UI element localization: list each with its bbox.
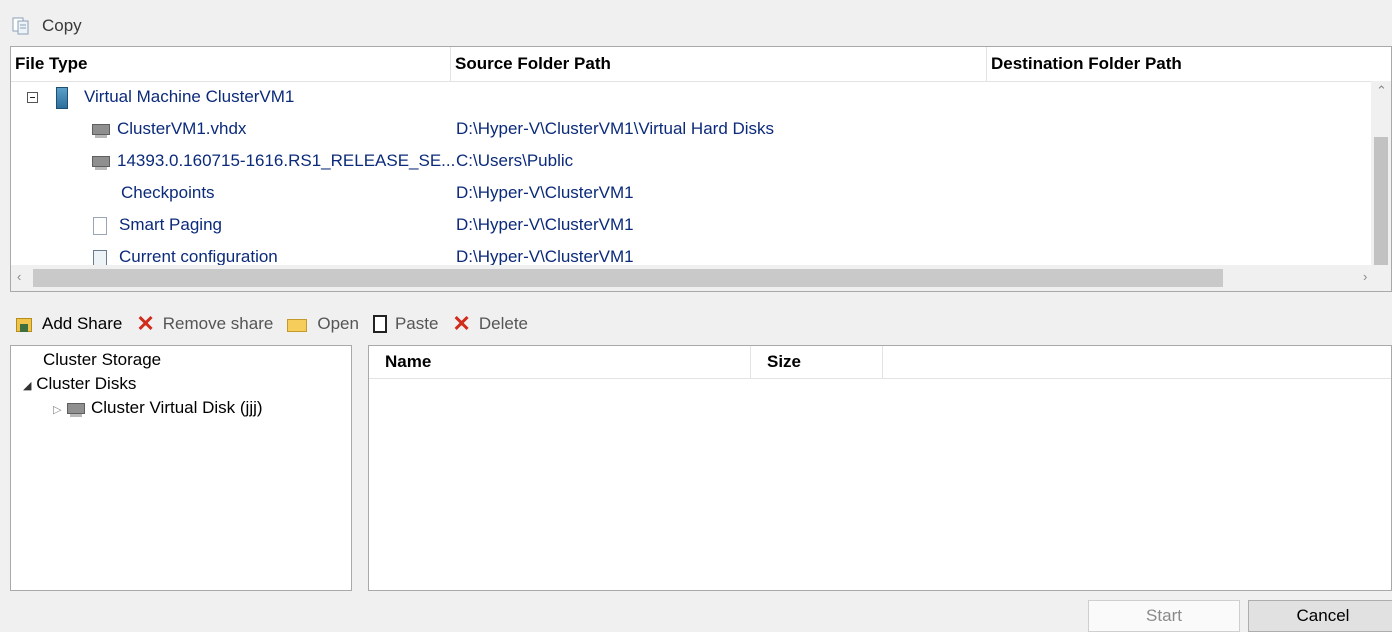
file-details-list[interactable]: Name Size (368, 345, 1392, 591)
tree-item-label: Cluster Virtual Disk (jjj) (90, 398, 263, 417)
share-toolbar: Add Share ✕ Remove share Open Paste ✕ De… (0, 306, 1392, 342)
config-icon (93, 249, 107, 266)
tree-item-cluster-storage[interactable]: Cluster Storage (43, 350, 161, 370)
row-name: 14393.0.160715-1616.RS1_RELEASE_SE... (117, 151, 456, 170)
expand-icon[interactable]: ▷ (53, 404, 61, 416)
copy-toolbar: Copy (0, 8, 1392, 44)
add-share-button[interactable]: Add Share (14, 314, 122, 334)
paste-icon (372, 315, 387, 333)
list-row-vm[interactable]: Virtual Machine ClusterVM1 (11, 81, 1371, 113)
column-destination-folder-path[interactable]: Destination Folder Path (987, 47, 1371, 81)
add-share-label: Add Share (42, 314, 123, 333)
file-list[interactable]: File Type Source Folder Path Destination… (10, 46, 1392, 292)
remove-share-button[interactable]: ✕ Remove share (136, 311, 274, 336)
disk-icon (66, 400, 86, 418)
tree-item-cluster-virtual-disk[interactable]: ▷ Cluster Virtual Disk (jjj) (53, 398, 263, 418)
row-source: D:\Hyper-V\ClusterVM1\Virtual Hard Disks (456, 119, 775, 138)
row-name: ClusterVM1.vhdx (117, 119, 247, 138)
open-button[interactable]: Open (287, 314, 359, 334)
open-label: Open (317, 314, 359, 333)
list-row[interactable]: 14393.0.160715-1616.RS1_RELEASE_SE... C:… (11, 145, 1371, 177)
details-header: Name Size (369, 346, 1391, 379)
disk-icon (91, 153, 111, 171)
paste-label: Paste (394, 314, 439, 333)
vm-icon (56, 86, 68, 109)
row-source: D:\Hyper-V\ClusterVM1 (456, 215, 634, 234)
disk-icon (91, 121, 111, 139)
row-name: Smart Paging (119, 215, 222, 234)
list-row[interactable]: Checkpoints D:\Hyper-V\ClusterVM1 (11, 177, 1371, 209)
panel-splitter[interactable] (356, 345, 366, 591)
tree-item-label: Cluster Disks (36, 374, 137, 393)
list-row[interactable]: ClusterVM1.vhdx D:\Hyper-V\ClusterVM1\Vi… (11, 113, 1371, 145)
row-source: D:\Hyper-V\ClusterVM1 (456, 183, 634, 202)
delete-icon: ✕ (452, 311, 471, 336)
delete-label: Delete (478, 314, 528, 333)
remove-share-label: Remove share (162, 314, 274, 333)
row-source: C:\Users\Public (456, 151, 574, 170)
vertical-scroll-thumb[interactable] (1374, 137, 1388, 277)
column-name[interactable]: Name (369, 346, 751, 378)
scroll-right-icon[interactable]: › (1363, 269, 1367, 284)
storage-tree[interactable]: Cluster Storage ◢ Cluster Disks ▷ Cluste… (10, 345, 352, 591)
tree-item-cluster-disks[interactable]: ◢ Cluster Disks (23, 374, 136, 394)
copy-icon[interactable] (12, 17, 30, 35)
add-share-icon (14, 314, 34, 334)
column-size[interactable]: Size (751, 346, 883, 378)
scroll-left-icon[interactable]: ‹ (17, 269, 21, 284)
row-name: Checkpoints (121, 183, 215, 202)
column-source-folder-path[interactable]: Source Folder Path (451, 47, 987, 81)
list-row[interactable]: Smart Paging D:\Hyper-V\ClusterVM1 (11, 209, 1371, 241)
open-folder-icon (287, 316, 309, 333)
file-list-header: File Type Source Folder Path Destination… (11, 47, 1391, 82)
row-name: Current configuration (119, 247, 278, 266)
horizontal-scrollbar[interactable]: ‹ › (11, 265, 1391, 291)
delete-button[interactable]: ✕ Delete (452, 311, 528, 336)
row-name: Virtual Machine ClusterVM1 (84, 87, 295, 106)
vertical-scrollbar[interactable]: ⌃ ⌄ (1371, 81, 1391, 291)
copy-button[interactable]: Copy (42, 16, 82, 36)
title-strip (0, 0, 1392, 8)
paste-button[interactable]: Paste (372, 314, 439, 334)
remove-icon: ✕ (136, 311, 155, 336)
horizontal-scroll-thumb[interactable] (33, 269, 1223, 287)
scroll-up-icon[interactable]: ⌃ (1376, 83, 1387, 99)
column-file-type[interactable]: File Type (11, 47, 451, 81)
cancel-button[interactable]: Cancel (1248, 600, 1392, 632)
collapse-icon[interactable] (27, 92, 38, 104)
document-icon (93, 216, 107, 235)
expanded-icon[interactable]: ◢ (23, 380, 31, 392)
start-button[interactable]: Start (1088, 600, 1240, 632)
